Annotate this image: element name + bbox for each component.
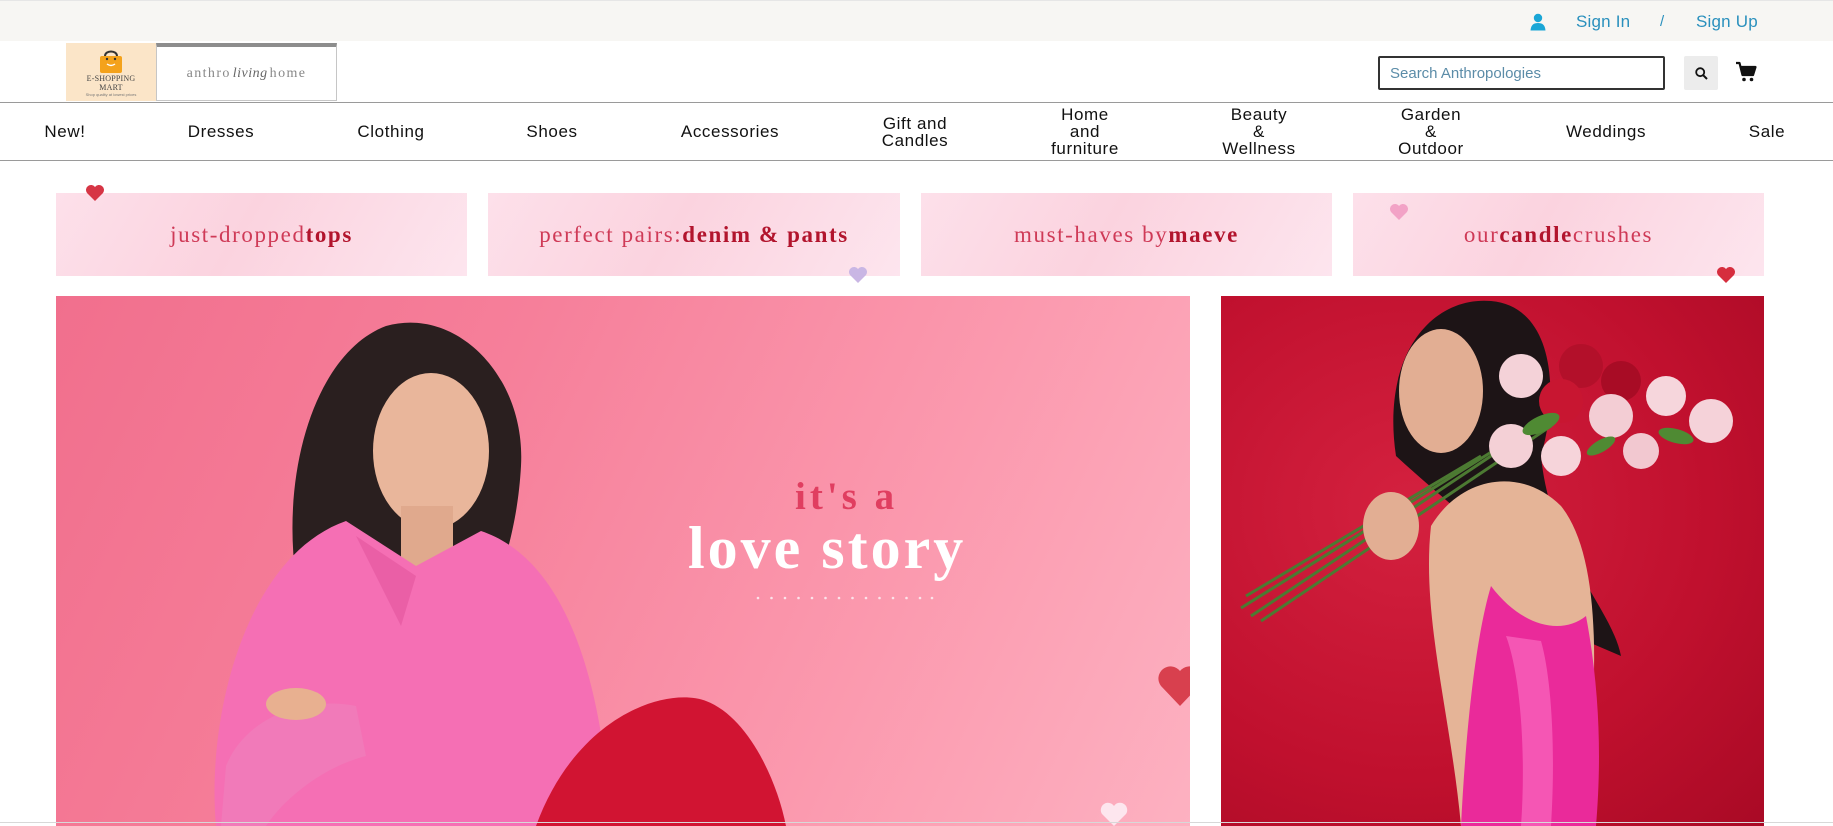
category-nav: New! Dresses Clothing Shoes Accessories … [0, 103, 1833, 161]
search-icon [1694, 66, 1708, 80]
hero-dotted-divider [756, 596, 934, 600]
logo-word-home: home [269, 65, 307, 81]
hero-subtitle: it's a [795, 475, 899, 518]
sign-up-link[interactable]: Sign Up [1696, 12, 1758, 32]
promo-text-light: our [1463, 221, 1500, 247]
promo-text-light: must-haves by [1014, 221, 1169, 247]
logo-word-living: living [232, 65, 268, 81]
promo-text-light: perfect pairs: [539, 221, 683, 247]
promo-text-light: crushes [1572, 221, 1654, 247]
model-with-roses-image [1240, 300, 1733, 826]
hero-banner-love-story[interactable] [56, 296, 1190, 826]
search-button[interactable] [1684, 56, 1718, 90]
nav-item-clothing[interactable]: Clothing [346, 103, 436, 160]
auth-separator: / [1660, 13, 1665, 30]
promo-text-bold: denim & pants [682, 221, 849, 247]
promo-text-bold: candle [1499, 221, 1573, 247]
nav-item-home-and-furniture[interactable]: Home and furniture [1035, 103, 1135, 160]
promo-just-dropped-tops[interactable]: just-dropped tops [56, 193, 467, 276]
promo-must-haves-by-maeve[interactable]: must-haves by maeve [921, 193, 1332, 276]
promo-candle-crushes[interactable]: our candle crushes [1353, 193, 1764, 276]
nav-item-gift-and-candles[interactable]: Gift and Candles [865, 103, 965, 160]
page-divider [0, 822, 1833, 823]
top-account-bar: Sign In / Sign Up [0, 0, 1833, 41]
promo-text-bold: maeve [1168, 221, 1239, 247]
heart-icon [1717, 267, 1735, 283]
site-header: E-SHOPPING MART Shop quality at lowest p… [0, 41, 1833, 103]
promo-text-bold: tops [305, 221, 353, 247]
nav-item-dresses[interactable]: Dresses [176, 103, 266, 160]
promo-perfect-pairs[interactable]: perfect pairs: denim & pants [488, 193, 900, 276]
cart-icon[interactable] [1735, 61, 1757, 83]
nav-item-garden-and-outdoor[interactable]: Garden & Outdoor [1381, 103, 1481, 160]
hero-title: love story [688, 515, 967, 581]
search-input[interactable] [1378, 56, 1665, 90]
hero-side-roses-image[interactable] [1221, 296, 1764, 826]
promo-text-light: just-dropped [170, 221, 306, 247]
nav-item-shoes[interactable]: Shoes [512, 103, 592, 160]
nav-item-weddings[interactable]: Weddings [1556, 103, 1656, 160]
logo-tagline: Shop quality at lowest prices [85, 91, 137, 97]
shopping-bag-icon [100, 50, 122, 73]
nav-item-sale[interactable]: Sale [1737, 103, 1797, 160]
anthro-living-home-logo[interactable]: anthro living home [156, 43, 337, 101]
heart-icon [1390, 204, 1408, 220]
nav-item-beauty-and-wellness[interactable]: Beauty & Wellness [1209, 103, 1309, 160]
heart-icon [86, 185, 104, 201]
nav-item-new[interactable]: New! [30, 103, 100, 160]
eshopping-mart-logo[interactable]: E-SHOPPING MART Shop quality at lowest p… [66, 43, 156, 101]
heart-icon [849, 267, 867, 283]
hero-model-image [214, 322, 1190, 826]
nav-item-accessories[interactable]: Accessories [670, 103, 790, 160]
user-icon [1530, 13, 1546, 31]
logo-word-anthro: anthro [186, 65, 231, 81]
sign-in-link[interactable]: Sign In [1576, 12, 1630, 32]
logo-text-line2: MART [99, 82, 123, 92]
logo-text-line1: E-SHOPPING [86, 73, 136, 83]
